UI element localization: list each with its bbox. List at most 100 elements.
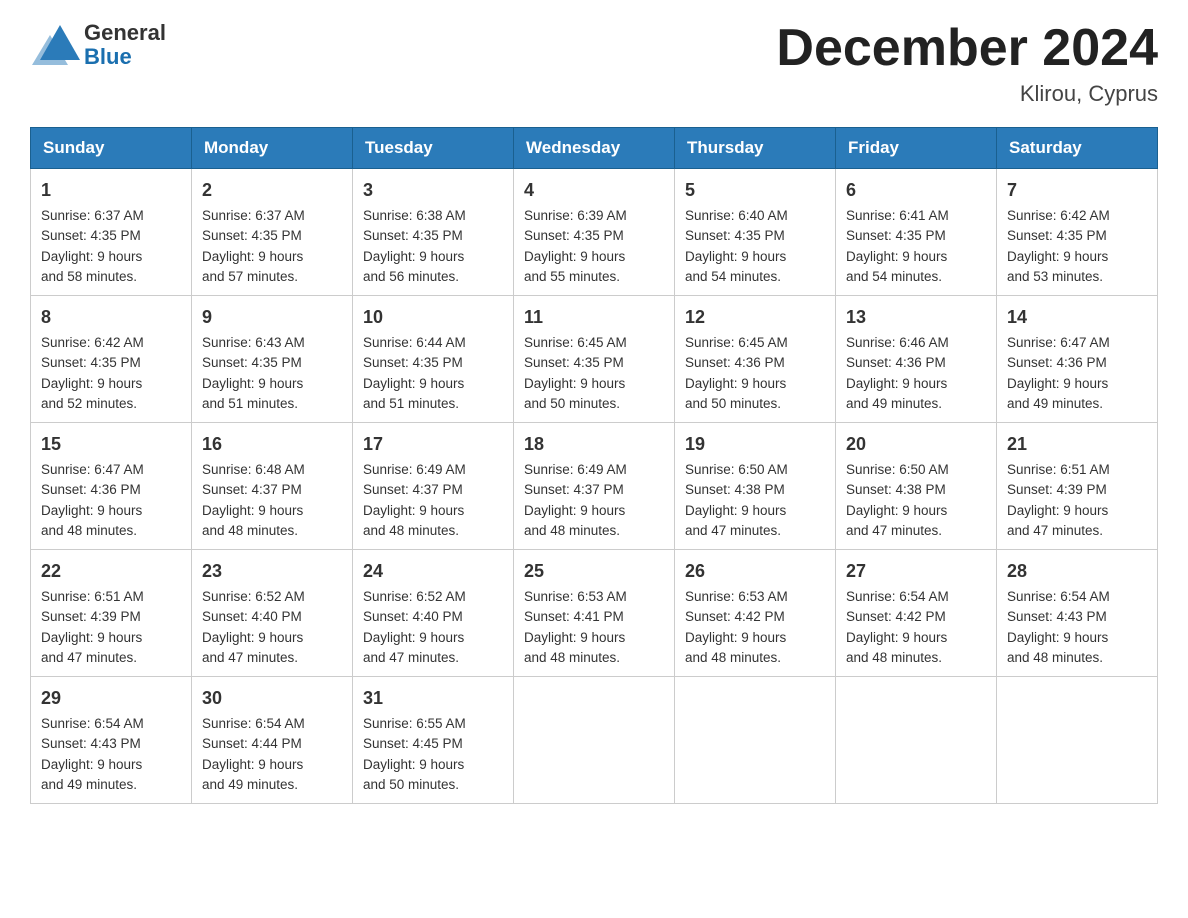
daylight-minutes-line: and 51 minutes. [202, 396, 298, 411]
daylight-line: Daylight: 9 hours [363, 249, 464, 264]
daylight-minutes-line: and 48 minutes. [685, 650, 781, 665]
header-tuesday: Tuesday [353, 128, 514, 169]
day-number: 1 [41, 177, 181, 204]
sunrise-line: Sunrise: 6:41 AM [846, 208, 949, 223]
day-number: 18 [524, 431, 664, 458]
daylight-line: Daylight: 9 hours [41, 630, 142, 645]
daylight-line: Daylight: 9 hours [41, 757, 142, 772]
sunrise-line: Sunrise: 6:47 AM [1007, 335, 1110, 350]
sunrise-line: Sunrise: 6:37 AM [41, 208, 144, 223]
day-number: 23 [202, 558, 342, 585]
daylight-minutes-line: and 48 minutes. [363, 523, 459, 538]
header-wednesday: Wednesday [514, 128, 675, 169]
daylight-minutes-line: and 48 minutes. [1007, 650, 1103, 665]
sunset-line: Sunset: 4:36 PM [41, 482, 141, 497]
daylight-line: Daylight: 9 hours [685, 503, 786, 518]
sunrise-line: Sunrise: 6:51 AM [41, 589, 144, 604]
daylight-minutes-line: and 49 minutes. [1007, 396, 1103, 411]
calendar-cell: 13 Sunrise: 6:46 AM Sunset: 4:36 PM Dayl… [836, 296, 997, 423]
day-number: 6 [846, 177, 986, 204]
daylight-minutes-line: and 51 minutes. [363, 396, 459, 411]
logo-blue-text: Blue [84, 45, 166, 69]
calendar-cell: 2 Sunrise: 6:37 AM Sunset: 4:35 PM Dayli… [192, 169, 353, 296]
sunset-line: Sunset: 4:35 PM [1007, 228, 1107, 243]
day-number: 31 [363, 685, 503, 712]
calendar-cell: 30 Sunrise: 6:54 AM Sunset: 4:44 PM Dayl… [192, 677, 353, 804]
calendar-header-row: Sunday Monday Tuesday Wednesday Thursday… [31, 128, 1158, 169]
calendar-cell: 1 Sunrise: 6:37 AM Sunset: 4:35 PM Dayli… [31, 169, 192, 296]
sunrise-line: Sunrise: 6:49 AM [363, 462, 466, 477]
daylight-minutes-line: and 56 minutes. [363, 269, 459, 284]
month-title: December 2024 [776, 20, 1158, 77]
sunrise-line: Sunrise: 6:42 AM [41, 335, 144, 350]
logo-text: General Blue [84, 21, 166, 69]
calendar-cell [514, 677, 675, 804]
day-number: 9 [202, 304, 342, 331]
daylight-line: Daylight: 9 hours [41, 376, 142, 391]
day-number: 17 [363, 431, 503, 458]
day-number: 7 [1007, 177, 1147, 204]
daylight-line: Daylight: 9 hours [524, 249, 625, 264]
logo: General Blue [30, 20, 166, 70]
calendar-cell: 25 Sunrise: 6:53 AM Sunset: 4:41 PM Dayl… [514, 550, 675, 677]
calendar-cell: 6 Sunrise: 6:41 AM Sunset: 4:35 PM Dayli… [836, 169, 997, 296]
daylight-minutes-line: and 50 minutes. [524, 396, 620, 411]
week-row-5: 29 Sunrise: 6:54 AM Sunset: 4:43 PM Dayl… [31, 677, 1158, 804]
sunrise-line: Sunrise: 6:45 AM [685, 335, 788, 350]
sunrise-line: Sunrise: 6:53 AM [524, 589, 627, 604]
day-number: 15 [41, 431, 181, 458]
sunrise-line: Sunrise: 6:54 AM [1007, 589, 1110, 604]
calendar-cell: 14 Sunrise: 6:47 AM Sunset: 4:36 PM Dayl… [997, 296, 1158, 423]
sunset-line: Sunset: 4:35 PM [202, 355, 302, 370]
calendar-cell: 31 Sunrise: 6:55 AM Sunset: 4:45 PM Dayl… [353, 677, 514, 804]
sunset-line: Sunset: 4:35 PM [524, 355, 624, 370]
sunset-line: Sunset: 4:40 PM [202, 609, 302, 624]
calendar-cell: 28 Sunrise: 6:54 AM Sunset: 4:43 PM Dayl… [997, 550, 1158, 677]
sunset-line: Sunset: 4:42 PM [685, 609, 785, 624]
day-number: 16 [202, 431, 342, 458]
daylight-minutes-line: and 54 minutes. [685, 269, 781, 284]
sunrise-line: Sunrise: 6:47 AM [41, 462, 144, 477]
sunset-line: Sunset: 4:39 PM [41, 609, 141, 624]
day-number: 2 [202, 177, 342, 204]
daylight-line: Daylight: 9 hours [202, 630, 303, 645]
day-number: 4 [524, 177, 664, 204]
daylight-minutes-line: and 50 minutes. [363, 777, 459, 792]
day-number: 10 [363, 304, 503, 331]
daylight-minutes-line: and 53 minutes. [1007, 269, 1103, 284]
daylight-line: Daylight: 9 hours [363, 630, 464, 645]
day-number: 29 [41, 685, 181, 712]
daylight-line: Daylight: 9 hours [846, 630, 947, 645]
daylight-minutes-line: and 49 minutes. [846, 396, 942, 411]
calendar-cell: 11 Sunrise: 6:45 AM Sunset: 4:35 PM Dayl… [514, 296, 675, 423]
sunrise-line: Sunrise: 6:52 AM [363, 589, 466, 604]
daylight-line: Daylight: 9 hours [524, 376, 625, 391]
sunrise-line: Sunrise: 6:42 AM [1007, 208, 1110, 223]
sunset-line: Sunset: 4:35 PM [846, 228, 946, 243]
calendar-cell [836, 677, 997, 804]
sunrise-line: Sunrise: 6:43 AM [202, 335, 305, 350]
daylight-line: Daylight: 9 hours [363, 503, 464, 518]
daylight-minutes-line: and 47 minutes. [846, 523, 942, 538]
calendar-cell: 16 Sunrise: 6:48 AM Sunset: 4:37 PM Dayl… [192, 423, 353, 550]
daylight-line: Daylight: 9 hours [202, 249, 303, 264]
day-number: 3 [363, 177, 503, 204]
calendar-cell: 26 Sunrise: 6:53 AM Sunset: 4:42 PM Dayl… [675, 550, 836, 677]
daylight-line: Daylight: 9 hours [1007, 376, 1108, 391]
day-number: 11 [524, 304, 664, 331]
sunrise-line: Sunrise: 6:37 AM [202, 208, 305, 223]
sunset-line: Sunset: 4:35 PM [202, 228, 302, 243]
sunrise-line: Sunrise: 6:54 AM [202, 716, 305, 731]
calendar-cell: 8 Sunrise: 6:42 AM Sunset: 4:35 PM Dayli… [31, 296, 192, 423]
daylight-minutes-line: and 48 minutes. [846, 650, 942, 665]
sunset-line: Sunset: 4:35 PM [363, 228, 463, 243]
sunset-line: Sunset: 4:39 PM [1007, 482, 1107, 497]
calendar-cell: 15 Sunrise: 6:47 AM Sunset: 4:36 PM Dayl… [31, 423, 192, 550]
sunrise-line: Sunrise: 6:55 AM [363, 716, 466, 731]
day-number: 21 [1007, 431, 1147, 458]
calendar-cell [675, 677, 836, 804]
page-header: General Blue December 2024 Klirou, Cypru… [30, 20, 1158, 107]
daylight-minutes-line: and 48 minutes. [524, 523, 620, 538]
location: Klirou, Cyprus [776, 81, 1158, 107]
sunset-line: Sunset: 4:36 PM [846, 355, 946, 370]
